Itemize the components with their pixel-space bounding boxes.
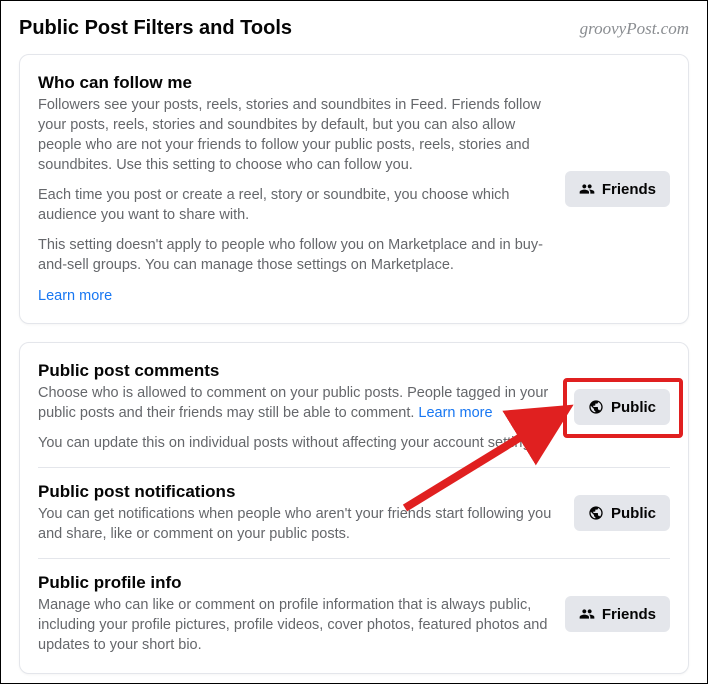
follow-title: Who can follow me [38,73,549,93]
globe-icon [588,505,604,521]
follow-desc-3: This setting doesn't apply to people who… [38,235,549,275]
notifications-desc: You can get notifications when people wh… [38,504,558,544]
comments-sub: You can update this on individual posts … [38,433,558,453]
profile-audience-button[interactable]: Friends [565,596,670,632]
globe-icon [588,399,604,415]
comments-title: Public post comments [38,361,558,381]
notifications-audience-button[interactable]: Public [574,495,670,531]
friends-icon [579,181,595,197]
watermark: groovyPost.com [580,19,689,39]
profile-title: Public profile info [38,573,549,593]
comments-learn-more-link[interactable]: Learn more [418,405,492,421]
follow-audience-button[interactable]: Friends [565,171,670,207]
notifications-button-label: Public [611,505,656,522]
profile-desc: Manage who can like or comment on profil… [38,595,549,655]
notifications-title: Public post notifications [38,482,558,502]
comments-desc: Choose who is allowed to comment on your… [38,383,558,423]
friends-icon [579,606,595,622]
profile-button-label: Friends [602,606,656,623]
comments-button-label: Public [611,399,656,416]
who-can-follow-card: Who can follow me Followers see your pos… [19,54,689,324]
page-title: Public Post Filters and Tools [19,17,292,40]
follow-learn-more-link[interactable]: Learn more [38,288,112,304]
follow-desc-2: Each time you post or create a reel, sto… [38,185,549,225]
follow-button-label: Friends [602,181,656,198]
follow-desc-1: Followers see your posts, reels, stories… [38,95,549,175]
public-settings-card: Public post comments Choose who is allow… [19,342,689,674]
comments-audience-button[interactable]: Public [574,389,670,425]
